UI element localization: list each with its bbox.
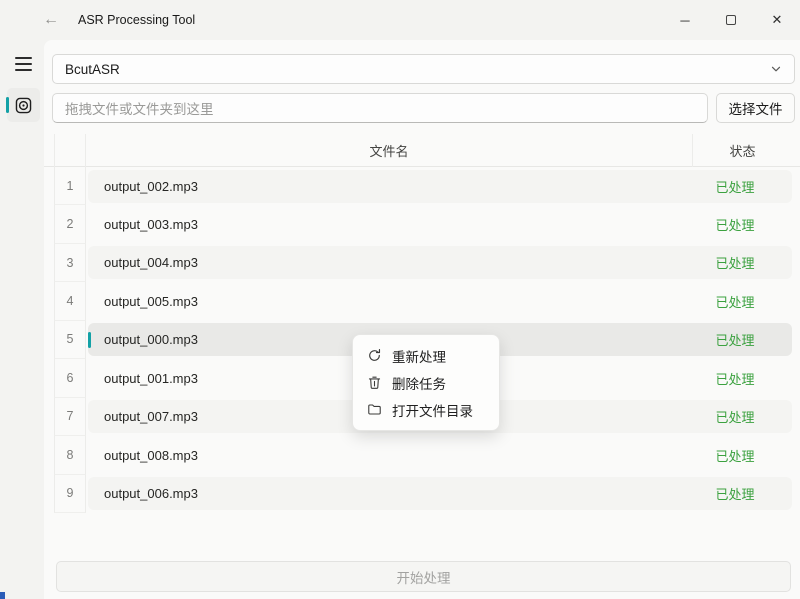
row-index: 8 [54,436,86,474]
context-menu-label: 重新处理 [392,346,446,366]
row-index: 1 [54,167,86,205]
row-index: 2 [54,205,86,243]
status-cell: 已处理 [685,439,785,472]
file-drop-placeholder: 拖拽文件或文件夹到这里 [65,98,214,118]
context-menu: 重新处理删除任务打开文件目录 [352,334,500,431]
menu-toggle-button[interactable] [8,50,38,78]
context-menu-label: 打开文件目录 [392,400,473,420]
row-index: 3 [54,244,86,282]
selection-indicator [88,332,91,348]
row-surface[interactable]: output_002.mp3 已处理 [88,170,792,203]
trash-icon [367,375,382,390]
selection-accent [6,97,9,113]
sidebar [0,40,44,599]
start-processing-button[interactable]: 开始处理 [56,561,791,592]
filename-cell: output_002.mp3 [104,170,198,203]
close-icon: ✕ [772,12,783,28]
maximize-button[interactable] [708,0,754,40]
hamburger-icon [15,57,32,59]
context-menu-item[interactable]: 打开文件目录 [357,396,495,423]
context-menu-item[interactable]: 重新处理 [357,342,495,369]
window-title: ASR Processing Tool [78,13,195,27]
context-menu-label: 删除任务 [392,373,446,393]
window-controls: ─ ✕ [662,0,800,40]
engine-select-value: BcutASR [65,62,770,77]
table-row[interactable]: 1 output_002.mp3 已处理 [44,167,800,205]
sidebar-item-asr[interactable] [7,88,40,122]
row-index: 7 [54,398,86,436]
row-surface[interactable]: output_004.mp3 已处理 [88,246,792,279]
back-button[interactable]: ← [36,5,66,35]
row-index: 9 [54,475,86,513]
context-menu-item[interactable]: 删除任务 [357,369,495,396]
table-row[interactable]: 3 output_004.mp3 已处理 [44,244,800,282]
back-icon: ← [43,11,59,29]
table-row[interactable]: 2 output_003.mp3 已处理 [44,205,800,243]
maximize-icon [726,15,736,25]
filename-cell: output_003.mp3 [104,208,198,241]
engine-select[interactable]: BcutASR [52,54,795,84]
status-cell: 已处理 [685,208,785,241]
minimize-button[interactable]: ─ [662,0,708,40]
row-surface[interactable]: output_006.mp3 已处理 [88,477,792,510]
refresh-icon [367,348,382,363]
status-cell: 已处理 [685,170,785,203]
filename-cell: output_004.mp3 [104,246,198,279]
table-row[interactable]: 9 output_006.mp3 已处理 [44,475,800,513]
record-disc-icon [14,96,33,115]
row-surface[interactable]: output_003.mp3 已处理 [88,208,792,241]
filename-cell: output_008.mp3 [104,439,198,472]
taskbar-sliver [0,592,5,599]
table-header: 文件名 状态 [44,134,800,167]
table-row[interactable]: 8 output_008.mp3 已处理 [44,436,800,474]
filename-cell: output_001.mp3 [104,362,198,395]
titlebar: ← ASR Processing Tool ─ ✕ [0,0,800,40]
status-cell: 已处理 [685,400,785,433]
filename-cell: output_006.mp3 [104,477,198,510]
close-button[interactable]: ✕ [754,0,800,40]
main-content: BcutASR 拖拽文件或文件夹到这里 选择文件 文件名 状态 1output_… [44,40,800,599]
row-surface[interactable]: output_008.mp3 已处理 [88,439,792,472]
row-index: 4 [54,282,86,320]
status-cell: 已处理 [685,477,785,510]
status-cell: 已处理 [685,362,785,395]
chevron-down-icon [770,63,782,75]
index-column-header [54,134,86,167]
status-cell: 已处理 [685,323,785,356]
status-column-header: 状态 [693,134,792,167]
filename-cell: output_000.mp3 [104,323,198,356]
filename-cell: output_005.mp3 [104,285,198,318]
row-surface[interactable]: output_005.mp3 已处理 [88,285,792,318]
filename-column-header: 文件名 [86,134,693,167]
file-drop-input[interactable]: 拖拽文件或文件夹到这里 [52,93,708,123]
minimize-icon: ─ [680,13,689,28]
table-row[interactable]: 4 output_005.mp3 已处理 [44,282,800,320]
select-file-button[interactable]: 选择文件 [716,93,795,123]
filename-cell: output_007.mp3 [104,400,198,433]
row-index: 6 [54,359,86,397]
status-cell: 已处理 [685,285,785,318]
row-index: 5 [54,321,86,359]
folder-icon [367,402,382,417]
status-cell: 已处理 [685,246,785,279]
